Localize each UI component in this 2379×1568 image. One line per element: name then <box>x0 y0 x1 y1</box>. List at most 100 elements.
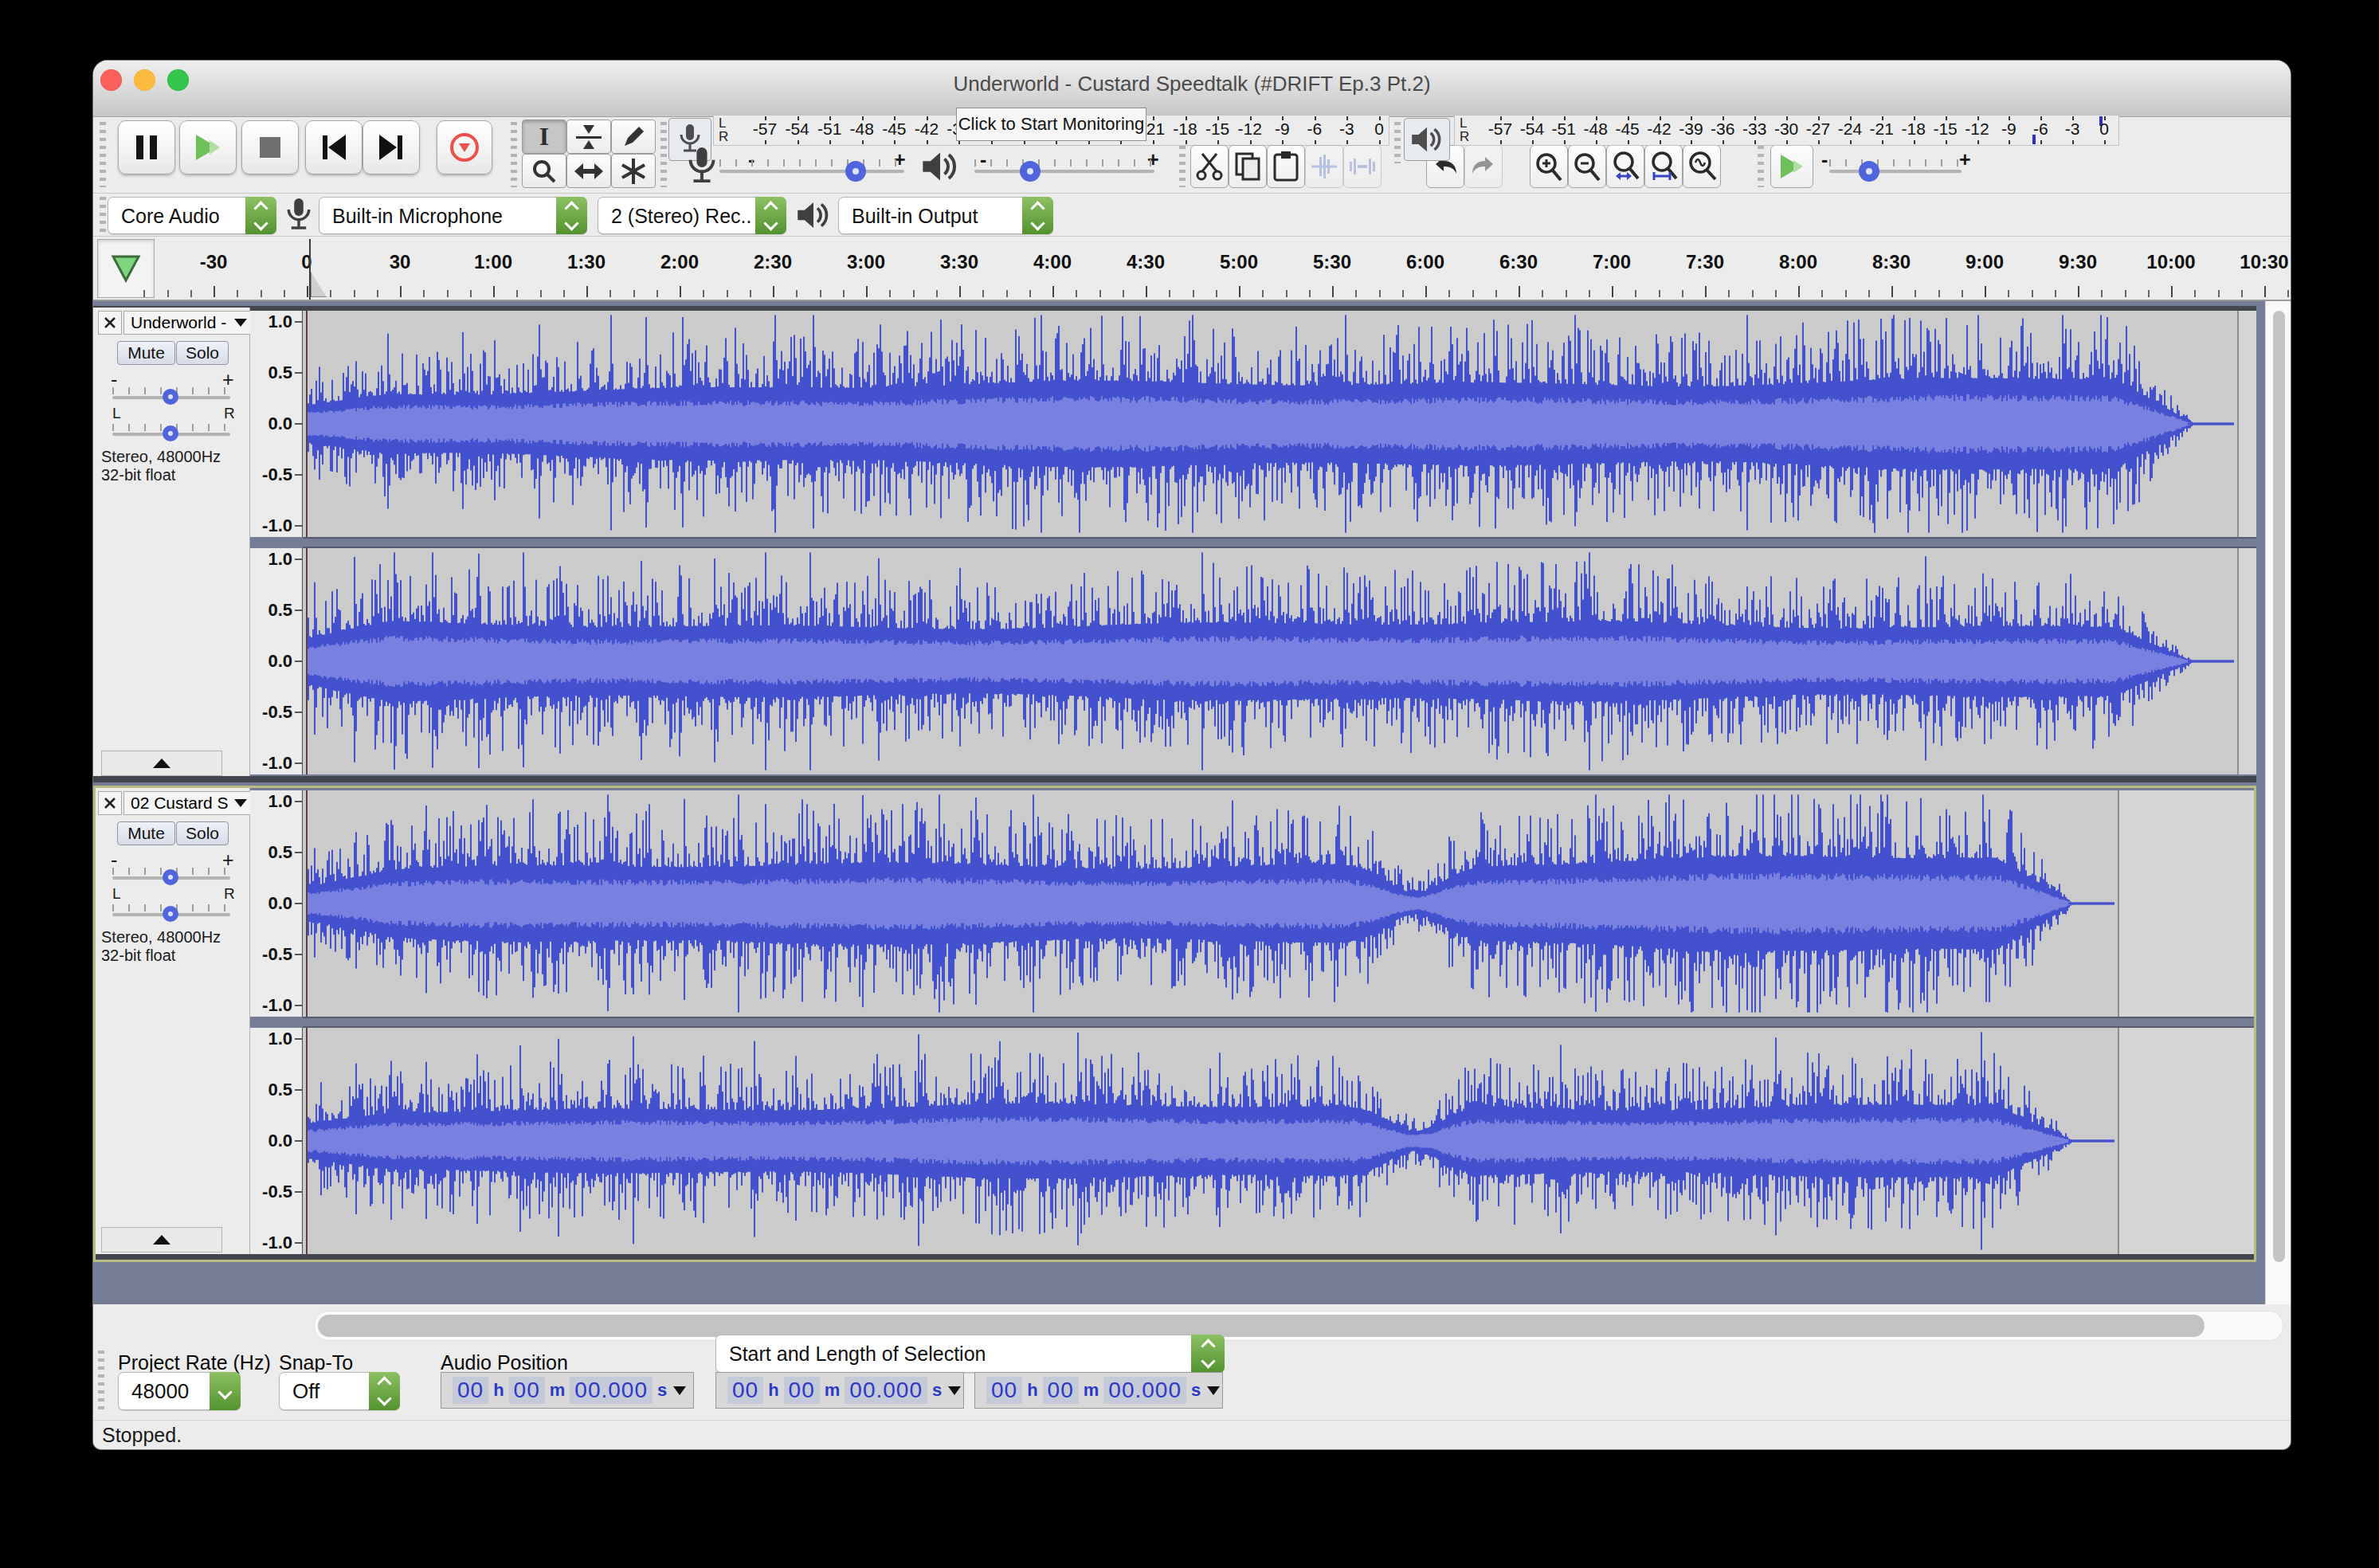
envelope-tool-button[interactable] <box>566 120 611 154</box>
time-field-menu-arrow[interactable] <box>1207 1386 1220 1395</box>
timeline-minor-tick <box>2008 290 2009 297</box>
window-title: Underworld - Custard Speedtalk (#DRIFT E… <box>93 72 2291 96</box>
playback-volume-slider[interactable] <box>974 170 1154 173</box>
time-digits[interactable]: 00.000 <box>570 1377 653 1404</box>
project-rate-select[interactable]: 48000 ∨ <box>118 1372 241 1410</box>
meter-tick <box>1346 116 1348 120</box>
input-device-select[interactable]: Built-in Microphone ∧∨ <box>319 197 587 234</box>
zoom-toggle-button[interactable] <box>1683 145 1721 188</box>
track1-mute-button[interactable]: Mute <box>117 341 175 365</box>
track2-pan-thumb[interactable] <box>163 906 178 922</box>
timeline-ruler[interactable]: -300301:001:302:002:303:003:304:004:305:… <box>93 237 2291 301</box>
fit-project-button[interactable] <box>1644 145 1683 188</box>
track2-name-menu[interactable]: 02 Custard S <box>123 791 253 815</box>
selection-length-field[interactable]: 00h00m00.000s <box>974 1372 1223 1409</box>
output-device-select[interactable]: Built-in Output ∧∨ <box>838 197 1053 234</box>
track1-bottom-border[interactable] <box>93 776 2256 782</box>
selection-mode-select[interactable]: Start and Length of Selection ∧∨ <box>715 1335 1225 1373</box>
silence-audio-button[interactable] <box>1343 145 1382 188</box>
track2-mute-button[interactable]: Mute <box>117 821 175 845</box>
timeline-minor-tick <box>1262 290 1264 297</box>
time-field-menu-arrow[interactable] <box>948 1386 961 1395</box>
time-digits[interactable]: 00.000 <box>1103 1377 1186 1404</box>
record-button[interactable] <box>437 120 492 174</box>
track2-collapse-button[interactable] <box>101 1227 222 1252</box>
selection-start-field[interactable]: 00h00m00.000s <box>715 1372 964 1409</box>
time-digits[interactable]: 00 <box>784 1377 820 1404</box>
amp-scale-tick <box>295 525 302 527</box>
record-volume-thumb[interactable] <box>845 161 866 182</box>
edit-toolbar-grip[interactable] <box>1179 146 1186 187</box>
timeshift-tool-button[interactable] <box>566 154 611 188</box>
device-toolbar-grip[interactable] <box>100 197 106 233</box>
time-field-menu-arrow[interactable] <box>673 1386 686 1395</box>
audio-host-select[interactable]: Core Audio ∧∨ <box>108 197 276 234</box>
selection-tool-button[interactable]: I <box>522 120 566 154</box>
time-digits[interactable]: 00 <box>509 1377 545 1404</box>
track1-gain-thumb[interactable] <box>163 389 178 405</box>
time-unit: h <box>1027 1380 1037 1401</box>
time-digits[interactable]: 00 <box>727 1377 763 1404</box>
track2-channel1-waveform[interactable] <box>303 790 2256 1017</box>
track2-channel2-waveform[interactable] <box>303 1028 2256 1254</box>
title-bar[interactable]: Underworld - Custard Speedtalk (#DRIFT E… <box>93 61 2291 117</box>
pinned-play-head-button[interactable] <box>97 239 155 298</box>
record-volume-slider[interactable] <box>719 170 904 173</box>
copy-button[interactable] <box>1229 145 1267 188</box>
playback-meter-speaker-button[interactable] <box>1404 118 1450 161</box>
horizontal-scrollbar[interactable] <box>314 1311 2283 1341</box>
redo-button[interactable] <box>1464 145 1503 188</box>
paste-button[interactable] <box>1267 145 1305 188</box>
track2-bottom-border[interactable] <box>93 1254 2256 1260</box>
track2-solo-button[interactable]: Solo <box>176 821 229 845</box>
fit-selection-button[interactable] <box>1606 145 1644 188</box>
track1-name-menu[interactable]: Underworld - <box>123 311 253 335</box>
time-digits[interactable]: 00 <box>453 1377 488 1404</box>
meter-tick <box>1628 116 1629 120</box>
recording-meter-grip[interactable] <box>660 122 667 187</box>
monitoring-overlay[interactable]: Click to Start Monitoring <box>956 108 1146 141</box>
stop-button[interactable] <box>241 120 299 174</box>
audio-position-field[interactable]: 00h00m00.000s <box>441 1372 694 1409</box>
speed-thumb[interactable] <box>1859 161 1879 182</box>
transport-toolbar-grip[interactable] <box>100 122 106 187</box>
cut-button[interactable] <box>1190 145 1229 188</box>
time-digits[interactable]: 00 <box>986 1377 1022 1404</box>
track1-collapse-button[interactable] <box>101 751 222 776</box>
track1-channel1-waveform[interactable] <box>303 311 2256 537</box>
playback-meter[interactable]: L R -57-54-51-48-45-42-39-36-33-30-27-24… <box>1454 115 2119 146</box>
zoom-tool-button[interactable] <box>522 154 566 188</box>
trim-audio-button[interactable] <box>1305 145 1343 188</box>
play-button[interactable] <box>179 120 237 174</box>
draw-tool-button[interactable] <box>611 120 656 154</box>
track1-channel2-waveform[interactable] <box>303 548 2256 774</box>
time-digits[interactable]: 00 <box>1043 1377 1079 1404</box>
playhead-flag[interactable] <box>311 272 327 297</box>
playback-meter-grip[interactable] <box>1394 122 1401 163</box>
tools-toolbar-grip[interactable] <box>511 122 517 187</box>
skip-to-end-button[interactable] <box>363 120 420 174</box>
multi-tool-button[interactable] <box>611 154 656 188</box>
zoom-in-button[interactable] <box>1530 145 1568 188</box>
speed-slider[interactable] <box>1829 170 1962 173</box>
meter-tick <box>1379 140 1381 144</box>
zoom-out-button[interactable] <box>1568 145 1606 188</box>
track2-pan-left-label: L <box>112 885 121 903</box>
play-at-speed-button[interactable] <box>1770 145 1813 188</box>
skip-to-start-button[interactable] <box>305 120 363 174</box>
selection-toolbar-grip[interactable] <box>98 1350 104 1414</box>
horizontal-scrollbar-thumb[interactable] <box>318 1315 2205 1337</box>
channels-select[interactable]: 2 (Stereo) Rec... ∧∨ <box>598 197 786 234</box>
track1-pan-thumb[interactable] <box>163 425 178 441</box>
time-digits[interactable]: 00.000 <box>845 1377 927 1404</box>
vertical-scrollbar-thumb[interactable] <box>2273 311 2285 1262</box>
track1-close-button[interactable] <box>98 311 122 335</box>
track2-close-button[interactable] <box>98 791 122 815</box>
snap-to-select[interactable]: Off ∧∨ <box>279 1372 400 1410</box>
track2-gain-thumb[interactable] <box>163 869 178 885</box>
playback-volume-thumb[interactable] <box>1020 161 1041 182</box>
vertical-scrollbar[interactable] <box>2265 301 2291 1304</box>
play-speed-grip[interactable] <box>1758 146 1764 187</box>
pause-button[interactable] <box>118 120 175 174</box>
track1-solo-button[interactable]: Solo <box>176 341 229 365</box>
